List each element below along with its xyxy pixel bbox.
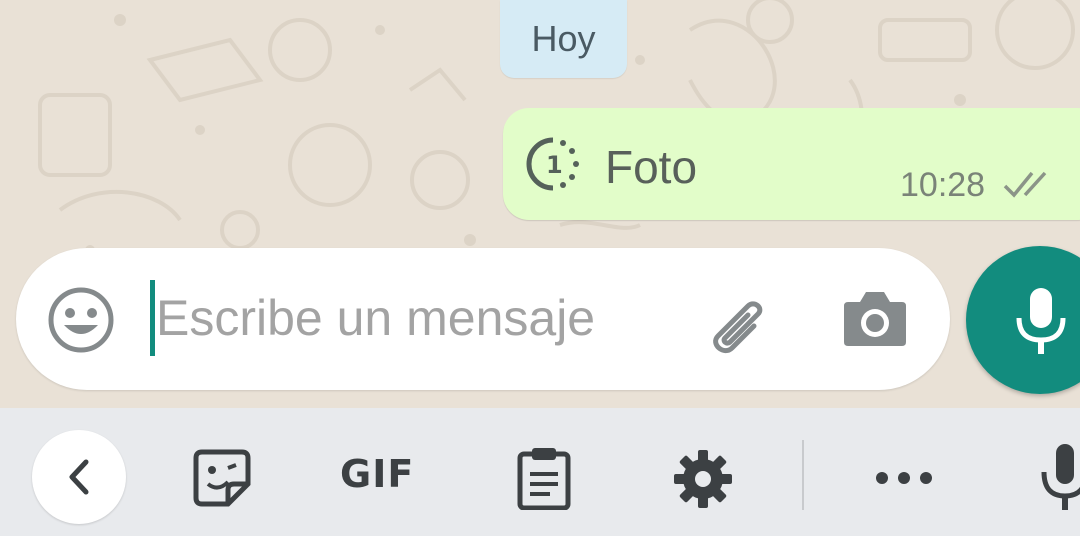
- keyboard-back-button[interactable]: [32, 430, 126, 524]
- text-cursor: [150, 280, 155, 356]
- date-separator: Hoy: [500, 0, 627, 78]
- camera-icon[interactable]: [840, 286, 910, 350]
- toolbar-divider: [802, 440, 804, 510]
- view-once-icon: 1: [526, 137, 579, 191]
- back-icon: [69, 459, 89, 495]
- gear-icon[interactable]: [672, 448, 734, 510]
- clipboard-icon[interactable]: [516, 446, 572, 510]
- message-composer: [16, 248, 950, 390]
- more-icon[interactable]: [874, 468, 934, 488]
- message-time: 10:28: [900, 166, 986, 204]
- sticker-icon[interactable]: [192, 448, 252, 508]
- outgoing-message-bubble[interactable]: 1 Foto 10:28: [503, 108, 1080, 220]
- emoji-icon[interactable]: [46, 285, 116, 355]
- microphone-icon: [1016, 288, 1066, 354]
- paperclip-icon[interactable]: [702, 286, 772, 356]
- keyboard-microphone-icon[interactable]: [1040, 442, 1080, 512]
- keyboard-toolbar: GIF: [0, 408, 1080, 536]
- date-label: Hoy: [531, 18, 596, 59]
- message-input[interactable]: [156, 278, 696, 358]
- message-text: Foto: [605, 141, 698, 193]
- gif-button[interactable]: GIF: [340, 452, 414, 502]
- svg-text:1: 1: [546, 151, 563, 179]
- double-check-icon: [1003, 171, 1047, 198]
